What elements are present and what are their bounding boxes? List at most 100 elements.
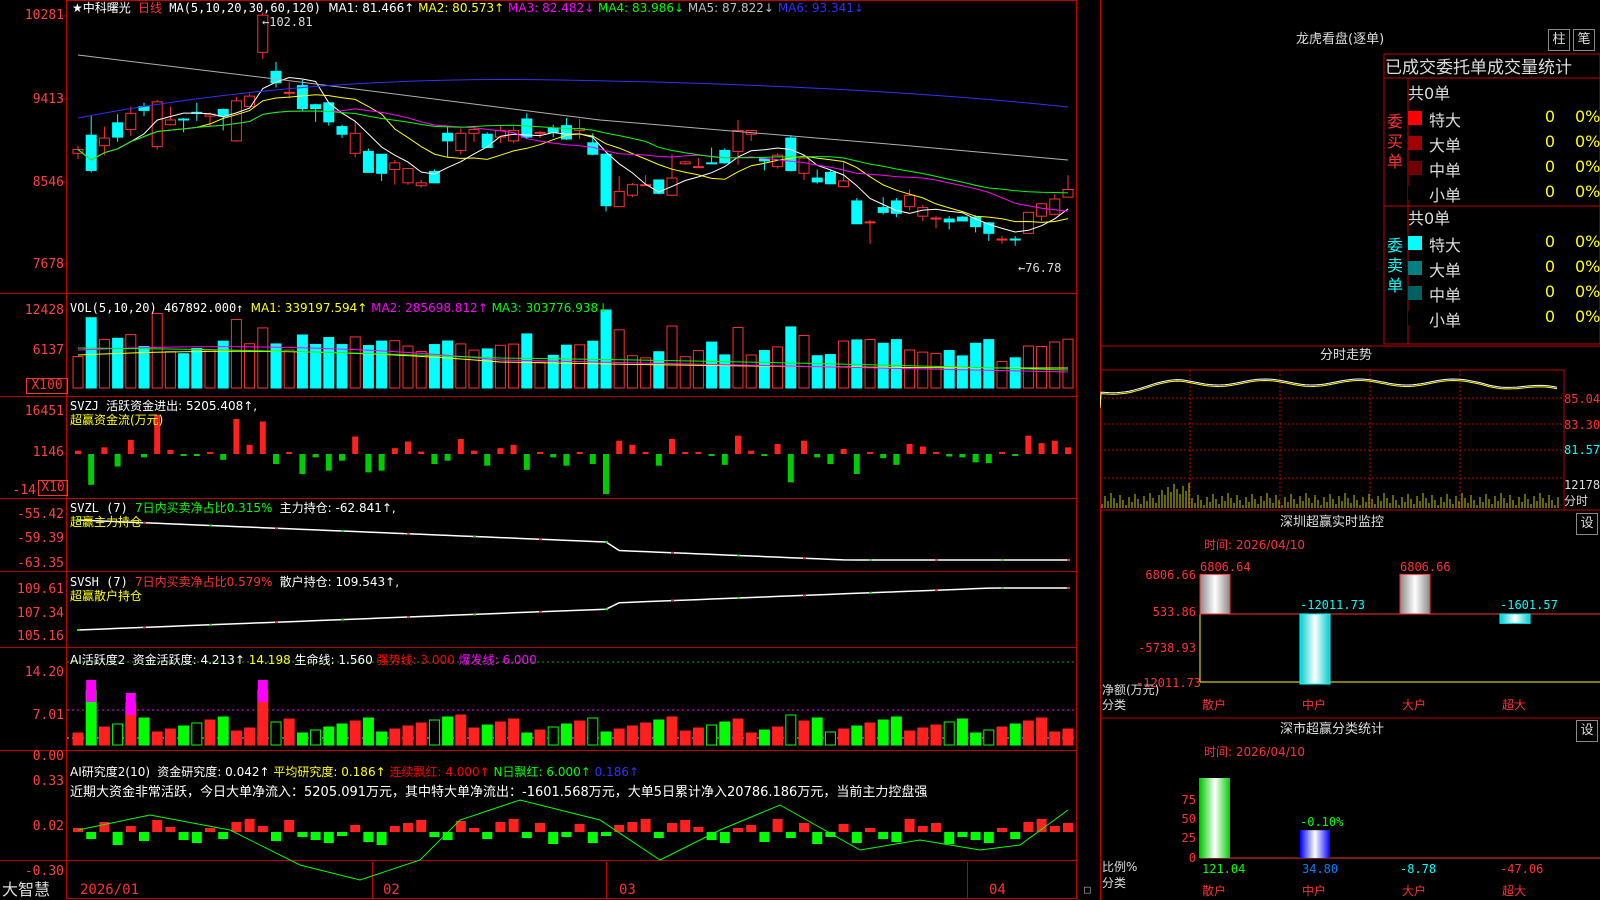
ai-active-bar: [468, 727, 480, 746]
svsh-line-marker: [275, 621, 278, 624]
svzj-bar: [603, 454, 609, 494]
ai-research-bar: [970, 832, 981, 840]
ai-research-bar: [1010, 832, 1021, 839]
ai-research-bar: [931, 823, 941, 832]
candle-body: [310, 104, 322, 110]
order-type: 特大: [1429, 236, 1462, 255]
svzj-bar: [1012, 454, 1019, 456]
volume-bar: [983, 339, 995, 389]
sz-bar-0: [1199, 573, 1231, 615]
volume-bar: [877, 342, 889, 389]
volume-bar: [481, 348, 493, 389]
sell-row-0[interactable]: 特大 0 0%: [1405, 230, 1600, 255]
candle-body: [653, 179, 665, 194]
sz-class-category-0: 散户: [1202, 884, 1227, 898]
svzj-bar: [405, 441, 411, 454]
ai-research-bar: [337, 832, 347, 836]
ai-active-bar: [732, 718, 744, 746]
volume-bar: [98, 338, 110, 389]
volume-bar: [1062, 338, 1074, 389]
sz-monitor-category-2: 大户: [1402, 698, 1427, 712]
sell-row-2[interactable]: 中单 0 0%: [1405, 280, 1600, 305]
volume-bar: [164, 351, 176, 389]
volume-bar: [956, 355, 968, 389]
ai-research-bar: [152, 820, 163, 832]
volume-bar: [494, 344, 506, 389]
candle-body: [719, 149, 731, 164]
ai-active-title[interactable]: AI活跃度2: [70, 653, 125, 667]
volume-bar: [719, 354, 731, 389]
ai-research-bar: [112, 832, 123, 845]
order-type: 小单: [1429, 186, 1462, 205]
ma-line-20: [77, 108, 1069, 212]
svzj-bar: [629, 444, 636, 454]
stock-name[interactable]: ★中科曙光: [72, 1, 131, 15]
sell-row-3[interactable]: 小单 0 0%: [1405, 305, 1600, 330]
candle-body: [996, 238, 1008, 241]
order-pct: 0%: [1575, 182, 1600, 201]
svzj-bar: [352, 436, 359, 454]
svzl-title[interactable]: SVZL (7): [70, 501, 128, 515]
intraday-vol-unit: 分时: [1564, 494, 1589, 508]
ai-research-bar: [323, 832, 334, 843]
ai-active-bar: [1009, 723, 1021, 746]
sz-bar-3: [1499, 613, 1531, 624]
ai-research-bar: [944, 832, 955, 844]
sz-value-1: -12011.73: [1300, 598, 1366, 612]
vol-title[interactable]: VOL(5,10,20): [70, 301, 157, 315]
cls-y-label: 比例%: [1102, 860, 1138, 874]
ma-value-3: MA4: 83.986↓: [594, 1, 685, 15]
ai-research-bar: [1036, 819, 1047, 832]
pen-mode-button[interactable]: 笔: [1573, 29, 1595, 51]
svzl-subtitle: 超赢主力持仓: [70, 515, 143, 529]
ai-active-bar: [1049, 731, 1061, 746]
svzj-bar: [312, 454, 319, 458]
volume-bar: [389, 340, 401, 389]
ai-active-bar: [824, 731, 836, 746]
sell-row-1[interactable]: 大单 0 0%: [1405, 255, 1600, 280]
ai-research-bar: [693, 827, 704, 832]
buy-row-2[interactable]: 中单 0 0%: [1405, 155, 1600, 180]
buy-row-3[interactable]: 小单 0 0%: [1405, 180, 1600, 205]
candle-body: [1062, 188, 1074, 198]
buy-row-0[interactable]: 特大 0 0%: [1405, 105, 1600, 130]
ai-active-bar: [494, 721, 506, 746]
svzj-bar: [827, 454, 834, 464]
sz-monitor-settings-button[interactable]: 设: [1576, 513, 1598, 535]
x-label-1: 02: [383, 882, 400, 898]
ai-research-bar: [125, 826, 136, 832]
svsh-subtitle: 超赢散户持仓: [70, 589, 143, 603]
ai-research-bar: [363, 832, 374, 842]
intraday-y-tick-0: 85.04: [1564, 392, 1600, 406]
order-type: 中单: [1429, 286, 1462, 305]
ai-research-bar: [416, 820, 427, 832]
period-label[interactable]: 日线: [138, 1, 162, 15]
ai-research-bar: [957, 832, 968, 837]
svzj-bar: [563, 454, 570, 466]
candle-body: [732, 129, 744, 152]
svzj-bar: [325, 454, 332, 471]
candle-body: [917, 207, 929, 217]
volume-bar: [930, 352, 942, 389]
sz-class-settings-button[interactable]: 设: [1576, 720, 1598, 742]
order-count: 0: [1544, 182, 1555, 201]
intraday-y-tick-2: 81.57: [1564, 443, 1600, 457]
candle-body: [164, 119, 176, 126]
ai-active-y-tick-2: 0.00: [32, 749, 64, 764]
lock-icon[interactable]: □: [1084, 883, 1091, 897]
svsh-title[interactable]: SVSH (7): [70, 575, 128, 589]
buy-row-1[interactable]: 大单 0 0%: [1405, 130, 1600, 155]
vol-ma-value-0: MA1: 339197.594↑: [250, 301, 368, 315]
svzj-bars: [75, 414, 1071, 494]
ai-active-bar: [851, 725, 863, 746]
ai-active-bar: [481, 724, 493, 746]
svzj-bar: [101, 447, 108, 454]
ai-active-bar: [970, 732, 982, 746]
bar-mode-button[interactable]: 柱: [1548, 29, 1570, 51]
ai-active-bar: [758, 729, 770, 746]
ma-value-4: MA5: 87.822↓: [684, 1, 774, 15]
svzj-title[interactable]: SVZJ: [70, 399, 99, 413]
price-header: ★中科曙光 日线 MA(5,10,20,30,60,120) MA1: 81.4…: [72, 1, 864, 15]
ai-research-title[interactable]: AI研究度2(10): [70, 765, 150, 779]
vol-unit: X100: [26, 378, 68, 394]
